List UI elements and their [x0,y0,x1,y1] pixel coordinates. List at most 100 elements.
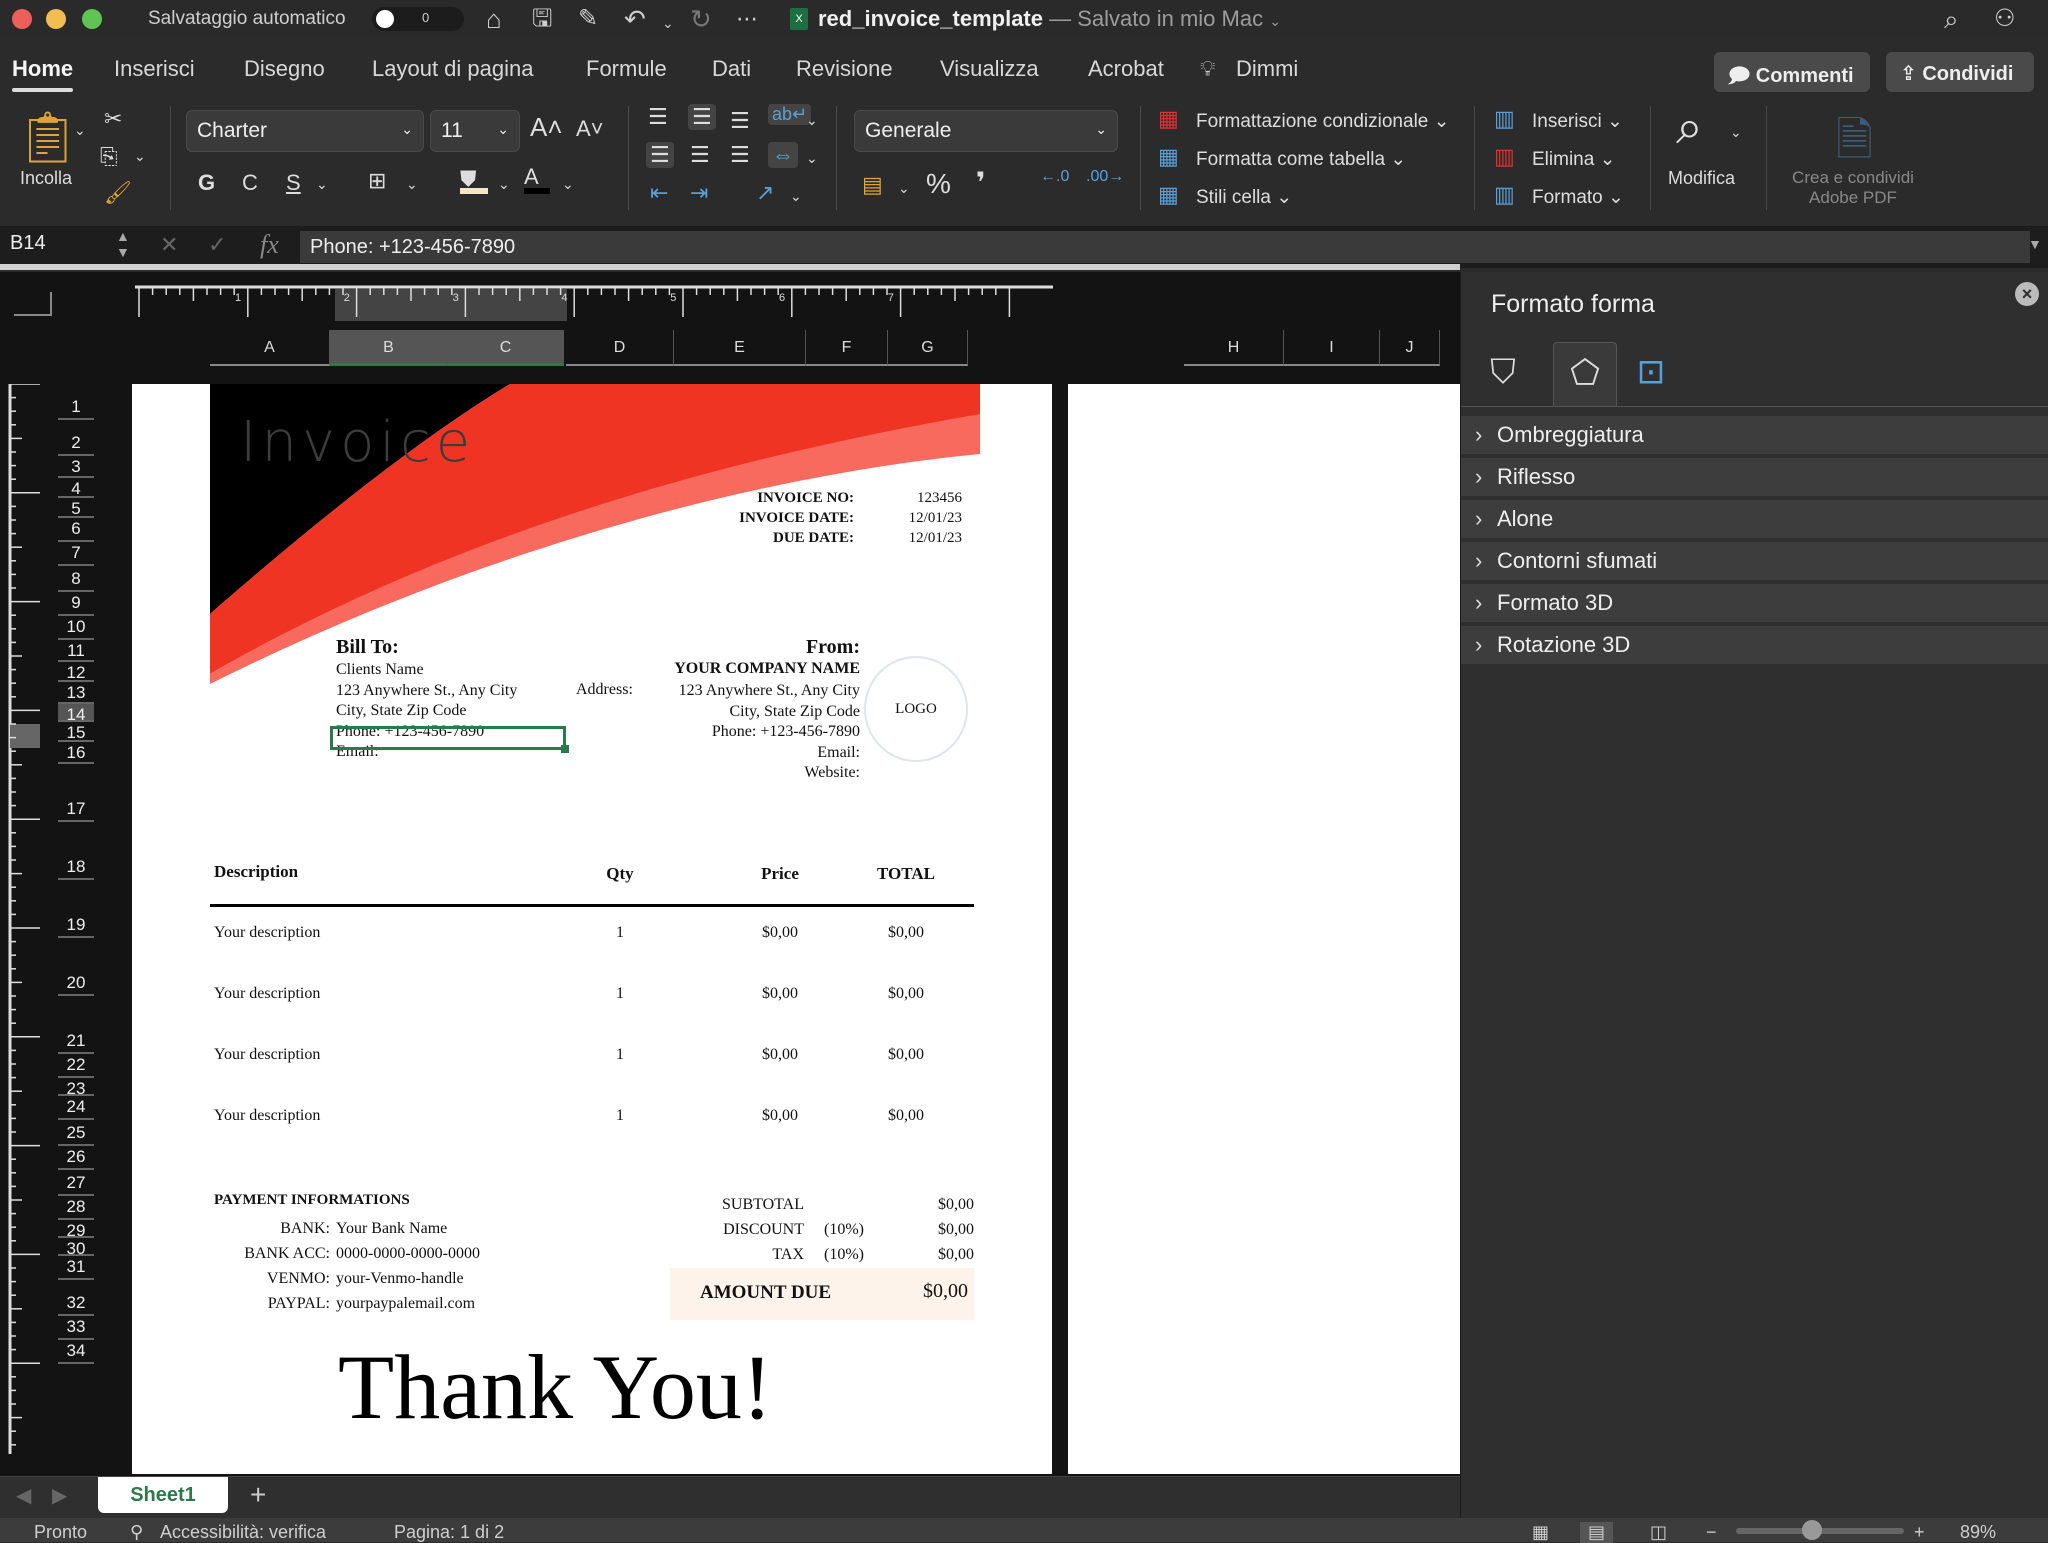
conditional-format-button[interactable]: Formattazione condizionale ⌄ [1196,110,1450,133]
row-header-10[interactable]: 10 [58,616,94,640]
row-header-22[interactable]: 22 [58,1054,94,1078]
increase-indent-icon[interactable]: ⇥ [690,180,708,206]
from-line[interactable]: Email: [552,743,860,764]
table-cell[interactable]: $0,00 [856,924,956,942]
share-people-icon[interactable]: ⚇ [1994,4,2016,34]
more-icon[interactable]: ⋯ [736,4,758,34]
increase-decimal-icon[interactable]: ←.0 [1040,168,1069,186]
column-header-a[interactable]: A [210,330,330,366]
document-title[interactable]: red_invoice_template — Salvato in mio Ma… [818,6,1281,32]
row-header-8[interactable]: 8 [58,566,94,592]
zoom-in-button[interactable]: + [1914,1522,1925,1543]
row-header-3[interactable]: 3 [58,456,94,478]
copy-icon[interactable]: ⎘ [100,144,118,170]
next-sheet-icon[interactable]: ▶ [52,1483,67,1508]
column-header-i[interactable]: I [1284,330,1380,366]
from-line[interactable]: 123 Anywhere St., Any City [552,681,860,702]
totals-value[interactable]: $0,00 [938,1242,974,1267]
column-header-b[interactable]: B [330,330,448,366]
table-cell[interactable]: Your description [214,985,514,1003]
find-dropdown-icon[interactable]: ⌄ [1730,124,1742,141]
table-cell[interactable]: Your description [214,1046,514,1064]
row-header-4[interactable]: 4 [58,478,94,498]
payment-value[interactable]: 0000-0000-0000-0000 [336,1241,480,1266]
orientation-dropdown-icon[interactable]: ⌄ [790,188,802,205]
row-header-15[interactable]: 15 [58,722,94,742]
format-cells-button[interactable]: Formato ⌄ [1532,186,1624,209]
row-header-20[interactable]: 20 [58,938,94,996]
paste-icon[interactable]: 📋︎ [16,108,79,167]
borders-icon[interactable]: ⊞ [368,168,386,194]
row-header-18[interactable]: 18 [58,822,94,880]
select-all-corner[interactable] [14,292,52,316]
name-box-stepper[interactable]: ▲ ▼ [116,228,130,260]
row-header-12[interactable]: 12 [58,662,94,682]
table-cell[interactable]: 1 [590,1046,650,1064]
minimize-window-button[interactable] [46,9,66,29]
row-header-5[interactable]: 5 [58,498,94,518]
row-header-33[interactable]: 33 [58,1316,94,1340]
accounting-dropdown-icon[interactable]: ⌄ [898,180,910,197]
align-top-icon[interactable]: ☰ [648,104,668,130]
row-header-32[interactable]: 32 [58,1280,94,1316]
row-header-29[interactable]: 29 [58,1220,94,1240]
cancel-icon[interactable]: ✕ [160,232,178,258]
merge-dropdown-icon[interactable]: ⌄ [806,150,818,167]
font-name-dropdown[interactable]: Charter ⌄ [186,110,424,152]
tab-acrobat[interactable]: Acrobat [1088,56,1164,82]
invoice-meta-value[interactable]: 12/01/23 [909,510,962,527]
column-header-e[interactable]: E [674,330,806,366]
underline-button[interactable]: S [286,170,301,196]
tab-home[interactable]: Home [12,56,74,92]
tab-layout[interactable]: Layout di pagina [372,56,533,82]
font-color-dropdown-icon[interactable]: ⌄ [562,176,574,193]
from-line[interactable]: Phone: +123-456-7890 [552,722,860,743]
row-header-27[interactable]: 27 [58,1170,94,1196]
zoom-out-button[interactable]: − [1706,1522,1717,1543]
table-row[interactable]: Your description 1 $0,00 $0,00 [210,1046,974,1070]
decrease-decimal-icon[interactable]: .00→ [1086,168,1124,186]
table-cell[interactable]: 1 [590,1107,650,1125]
fill-dropdown-icon[interactable]: ⌄ [498,176,510,193]
cell-styles-button[interactable]: Stili cella ⌄ [1196,186,1292,209]
row-header-25[interactable]: 25 [58,1120,94,1146]
save-as-icon[interactable]: ✎ [578,4,598,34]
percent-button[interactable]: % [926,168,951,200]
page-layout-view-icon[interactable]: ▤ [1580,1522,1614,1543]
wrap-dropdown-icon[interactable]: ⌄ [806,112,818,129]
table-cell[interactable]: Your description [214,1107,514,1125]
find-icon[interactable]: ⌕ [1676,100,1703,156]
bill-to-line[interactable]: City, State Zip Code [336,701,517,722]
column-header-g[interactable]: G [888,330,968,366]
delete-cells-button[interactable]: Elimina ⌄ [1532,148,1616,171]
number-format-dropdown[interactable]: Generale ⌄ [854,110,1118,152]
invoice-meta-value[interactable]: 123456 [917,490,962,507]
row-header-34[interactable]: 34 [58,1340,94,1364]
tab-formule[interactable]: Formule [586,56,667,82]
row-header-21[interactable]: 21 [58,996,94,1054]
align-left-icon[interactable]: ☰ [646,142,674,168]
table-row[interactable]: Your description 1 $0,00 $0,00 [210,985,974,1009]
table-cell[interactable]: Your description [214,924,514,942]
invoice-meta-value[interactable]: 12/01/23 [909,530,962,547]
effects-pentagon-icon[interactable]: ⬠ [1553,342,1617,406]
row-header-24[interactable]: 24 [58,1096,94,1120]
copy-dropdown-icon[interactable]: ⌄ [134,148,146,165]
column-header-f[interactable]: F [806,330,888,366]
tab-inserisci[interactable]: Inserisci [114,56,195,82]
normal-view-icon[interactable]: ▦ [1532,1522,1549,1543]
payment-value[interactable]: Your Bank Name [336,1216,447,1241]
table-cell[interactable]: $0,00 [730,1046,830,1064]
maximize-window-button[interactable] [82,9,102,29]
close-window-button[interactable] [12,9,32,29]
pane-section-ombreggiatura[interactable]: › Ombreggiatura [1461,416,2048,456]
tab-dimmi[interactable]: Dimmi [1236,56,1298,82]
row-header-6[interactable]: 6 [58,518,94,542]
fill-line-icon[interactable]: ⛉ [1471,342,1535,406]
decrease-font-icon[interactable]: A˅ [576,116,604,142]
table-cell[interactable]: 1 [590,985,650,1003]
insert-cells-button[interactable]: Inserisci ⌄ [1532,110,1623,133]
zoom-slider-knob[interactable] [1801,1520,1822,1540]
save-icon[interactable]: 🖫 [532,4,552,34]
tab-revisione[interactable]: Revisione [796,56,893,82]
